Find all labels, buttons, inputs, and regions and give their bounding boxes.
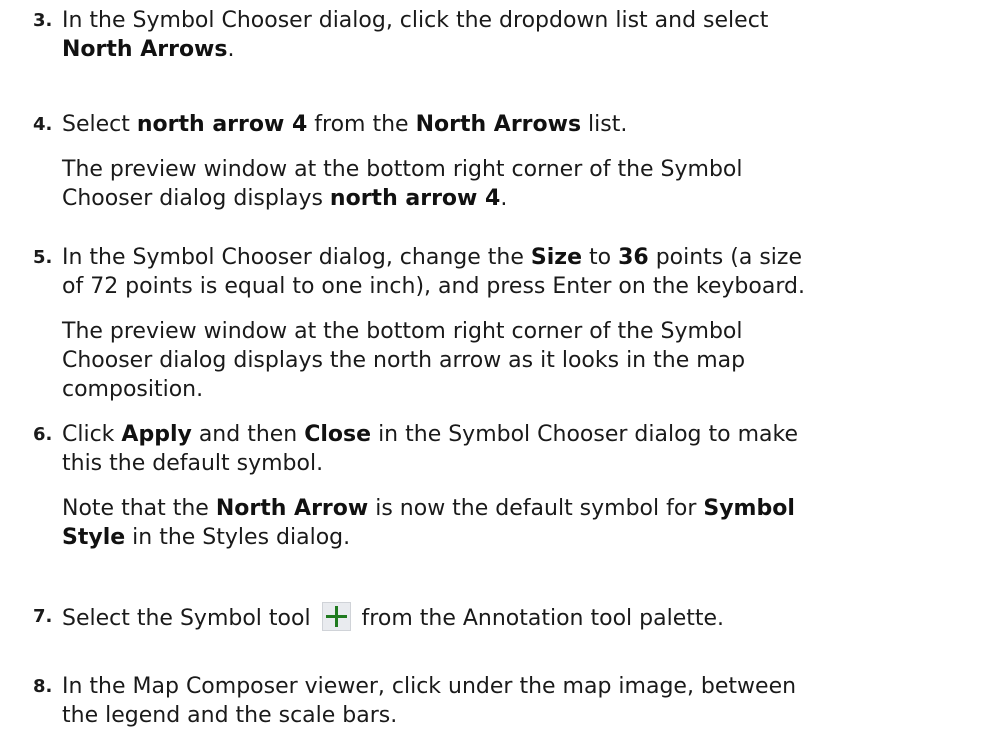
instruction-page: 3. In the Symbol Chooser dialog, click t… — [0, 0, 987, 742]
step-5-post: points (a size — [648, 245, 802, 270]
close-label: Close — [304, 422, 372, 447]
step-5-line-1: In the Symbol Chooser dialog, change the… — [62, 243, 975, 272]
step-3-text-a: In the Symbol Chooser dialog, click the … — [62, 8, 769, 33]
step-4-note-pre: Chooser dialog displays — [62, 186, 330, 211]
step-6-note-mid: is now the default symbol for — [368, 496, 704, 521]
step-number: 8. — [33, 676, 53, 697]
step-number: 4. — [33, 114, 53, 135]
north-arrow-4-preview-label: north arrow 4 — [329, 186, 501, 211]
north-arrow-4-label: north arrow 4 — [136, 112, 308, 137]
style-label: Style — [62, 525, 126, 550]
step-6-mid: and then — [191, 422, 305, 447]
north-arrows-list-label: North Arrows — [415, 112, 582, 137]
step-5-note: The preview window at the bottom right c… — [0, 317, 975, 404]
step-6-pre: Click — [62, 422, 122, 447]
step-3-line-1: In the Symbol Chooser dialog, click the … — [62, 6, 975, 35]
step-5-pre: In the Symbol Chooser dialog, change the — [62, 245, 531, 270]
step-5: 5. In the Symbol Chooser dialog, change … — [0, 243, 975, 404]
step-5-mid: to — [582, 245, 619, 270]
step-number: 6. — [33, 424, 53, 445]
step-3-line-2: North Arrows. — [62, 35, 975, 64]
step-6-line-1: Click Apply and then Close in the Symbol… — [62, 420, 975, 449]
north-arrow-label: North Arrow — [215, 496, 369, 521]
step-number: 3. — [33, 10, 53, 31]
step-6-text: 6. Click Apply and then Close in the Sym… — [0, 420, 975, 478]
step-4-post: list. — [581, 112, 628, 137]
step-4-mid: from the — [307, 112, 416, 137]
step-6-note-line-2: Style in the Styles dialog. — [62, 523, 975, 552]
step-4-note-line-2: Chooser dialog displays north arrow 4. — [62, 184, 975, 213]
step-6-line-2: this the default symbol. — [62, 451, 324, 476]
step-6: 6. Click Apply and then Close in the Sym… — [0, 420, 975, 552]
step-4-note-line-1: The preview window at the bottom right c… — [62, 157, 743, 182]
step-6-note-line-1: Note that the North Arrow is now the def… — [62, 494, 975, 523]
step-4-pre: Select — [62, 112, 137, 137]
step-number: 7. — [33, 606, 53, 627]
step-6-note-post: in the Styles dialog. — [125, 525, 351, 550]
north-arrows-option: North Arrows — [62, 37, 228, 62]
step-8-line-2: the legend and the scale bars. — [62, 703, 398, 728]
step-6-post: in the Symbol Chooser dialog to make — [371, 422, 798, 447]
step-5-note-line-3: composition. — [62, 377, 204, 402]
step-7: 7. Select the Symbol tool from the Annot… — [0, 602, 975, 633]
step-number: 5. — [33, 247, 53, 268]
step-7-pre: Select the Symbol tool — [62, 606, 318, 631]
step-5-note-line-1: The preview window at the bottom right c… — [62, 319, 743, 344]
symbol-label: Symbol — [703, 496, 795, 521]
step-6-note-pre: Note that the — [62, 496, 216, 521]
step-5-text: 5. In the Symbol Chooser dialog, change … — [0, 243, 975, 301]
step-5-note-line-2: Chooser dialog displays the north arrow … — [62, 348, 746, 373]
size-value: 36 — [618, 245, 649, 270]
step-4-text: 4. Select north arrow 4 from the North A… — [0, 110, 975, 139]
apply-label: Apply — [121, 422, 192, 447]
step-7-post: from the Annotation tool palette. — [354, 606, 725, 631]
step-8-line-1: In the Map Composer viewer, click under … — [62, 674, 797, 699]
step-7-text: 7. Select the Symbol tool from the Annot… — [0, 602, 975, 633]
size-label: Size — [530, 245, 582, 270]
step-8: 8. In the Map Composer viewer, click und… — [0, 672, 975, 730]
symbol-tool-crosshair-icon — [321, 602, 351, 631]
step-4-note-post: . — [500, 186, 508, 211]
step-3-tail: . — [227, 37, 235, 62]
step-4-note: The preview window at the bottom right c… — [0, 155, 975, 213]
step-6-note: Note that the North Arrow is now the def… — [0, 494, 975, 552]
step-5-line-2: of 72 points is equal to one inch), and … — [62, 274, 805, 299]
step-3: 3. In the Symbol Chooser dialog, click t… — [0, 6, 975, 64]
step-3-text: 3. In the Symbol Chooser dialog, click t… — [0, 6, 975, 64]
step-8-text: 8. In the Map Composer viewer, click und… — [0, 672, 975, 730]
step-4: 4. Select north arrow 4 from the North A… — [0, 110, 975, 213]
